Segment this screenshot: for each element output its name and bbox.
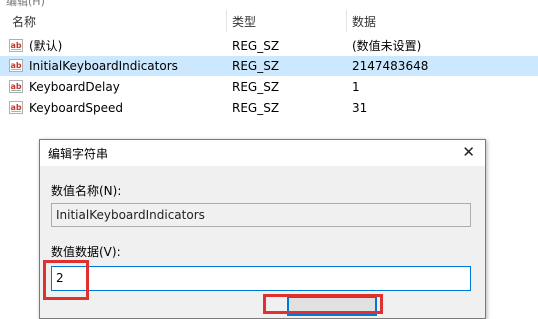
value-data-label: 数值数据(V): (51, 245, 121, 259)
table-row[interactable]: ab (默认) REG_SZ (数值未设置) (0, 36, 538, 56)
value-data-input[interactable]: 2 (51, 266, 471, 291)
string-value-icon: ab (9, 39, 23, 52)
row-name: InitialKeyboardIndicators (29, 59, 178, 73)
row-data: 1 (352, 80, 360, 94)
row-name: KeyboardSpeed (29, 101, 124, 115)
table-row[interactable]: ab KeyboardDelay REG_SZ 1 (0, 77, 538, 97)
column-separator[interactable] (346, 10, 347, 32)
column-separator[interactable] (226, 10, 227, 32)
row-type: REG_SZ (232, 80, 280, 94)
string-value-icon: ab (9, 80, 23, 93)
row-data: 2147483648 (352, 59, 429, 73)
column-header-type[interactable]: 类型 (232, 12, 256, 32)
menu-edit-label[interactable]: 编辑(H) (6, 0, 45, 8)
table-row[interactable]: ab InitialKeyboardIndicators REG_SZ 2147… (0, 56, 538, 76)
string-value-icon: ab (9, 101, 23, 114)
dialog-titlebar[interactable]: 编辑字符串 ✕ (40, 140, 485, 166)
column-header-data[interactable]: 数据 (352, 12, 376, 32)
row-type: REG_SZ (232, 39, 280, 53)
table-row[interactable]: ab KeyboardSpeed REG_SZ 31 (0, 98, 538, 118)
close-icon[interactable]: ✕ (462, 143, 475, 161)
string-value-icon: ab (9, 59, 23, 72)
row-data: (数值未设置) (352, 39, 422, 53)
row-name: (默认) (29, 39, 63, 53)
value-name-label: 数值名称(N): (51, 184, 122, 198)
row-type: REG_SZ (232, 101, 280, 115)
row-type: REG_SZ (232, 59, 280, 73)
edit-string-dialog: 编辑字符串 ✕ 数值名称(N): InitialKeyboardIndicato… (39, 139, 486, 319)
row-data: 31 (352, 101, 368, 115)
value-name-field: InitialKeyboardIndicators (51, 203, 471, 227)
list-header: 名称 类型 数据 (0, 12, 538, 32)
highlight-box-input (43, 260, 89, 300)
highlight-box-ok (263, 294, 383, 314)
column-header-name[interactable]: 名称 (12, 12, 36, 32)
row-name: KeyboardDelay (29, 80, 120, 94)
menu-bar-fragment: 编辑(H) (0, 0, 538, 8)
dialog-title: 编辑字符串 (48, 147, 109, 161)
